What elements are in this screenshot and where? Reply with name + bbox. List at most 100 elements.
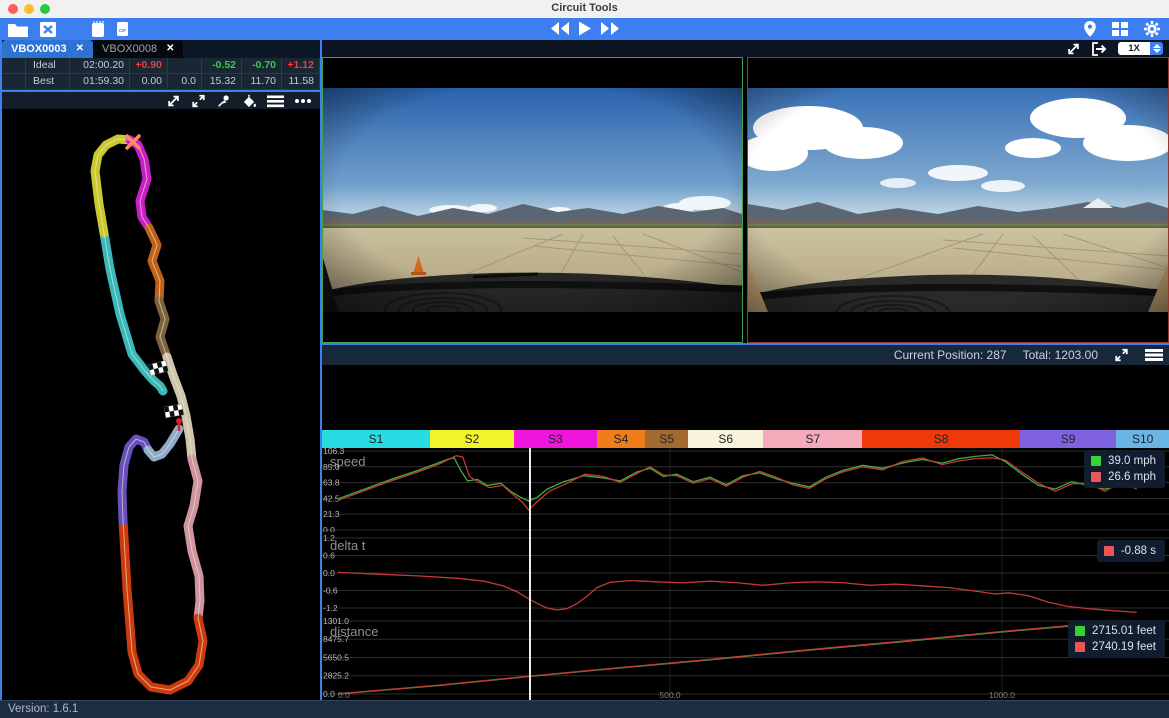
lap-value-cell: 01:59.30 [70,74,130,90]
fast-forward-button[interactable] [600,21,620,36]
sector-segment-s4[interactable]: S4 [597,430,645,448]
fullscreen-graph-icon[interactable] [1114,348,1129,362]
legend-row: 2740.19 feet [1075,639,1156,655]
svg-text:CIF: CIF [119,28,127,33]
rewind-button[interactable] [550,21,570,36]
legend-value: 2715.01 feet [1092,625,1156,637]
window-title: Circuit Tools [0,2,1169,14]
dashcam-video-frame [323,58,742,342]
sector-segment-s2[interactable]: S2 [430,430,514,448]
lap-value-cell: -0.70 [242,58,282,74]
location-pin-icon[interactable] [1083,20,1097,38]
svg-text:0.0: 0.0 [323,525,335,532]
video-panel [322,57,1169,343]
lap-table-row: Best01:59.300.000.015.3211.7011.58 [2,74,320,90]
layout-grid-icon[interactable] [1111,21,1129,37]
titlebar: Circuit Tools [0,0,1169,18]
row-label-cell: Ideal [26,58,70,74]
playback-rate-select[interactable]: 1X [1118,42,1163,55]
legend-value: 2740.19 feet [1092,641,1156,653]
legend-row: 39.0 mph [1091,453,1156,469]
legend-row: 26.6 mph [1091,469,1156,485]
tab-label: VBOX0003 [11,40,67,58]
track-map [2,109,320,700]
sector-segment-s3[interactable]: S3 [514,430,597,448]
track-sector-5 [159,301,167,357]
settings-gear-icon[interactable] [1143,20,1161,38]
row-spacer-cell [2,74,26,90]
version-label: Version: 1.6.1 [8,703,78,715]
sector-segment-s9[interactable]: S9 [1020,430,1117,448]
graph-panel[interactable]: 106.385.063.842.521.30.0speed 1.20.60.0-… [322,448,1169,700]
svg-text:63.8: 63.8 [323,478,340,488]
export-video-icon[interactable] [1091,42,1108,56]
svg-text:0.0: 0.0 [323,689,335,699]
svg-text:500.0: 500.0 [659,690,681,700]
series-lap-green [338,455,1137,501]
expand-video-icon[interactable] [1066,42,1081,56]
expand-map-icon[interactable] [166,94,181,108]
sector-segment-s5[interactable]: S5 [645,430,688,448]
tab-vbox0008[interactable]: VBOX0008 ✕ [93,40,183,58]
current-position-text: Current Position: 287 [894,348,1007,362]
menu-lines-icon[interactable] [267,94,284,108]
svg-text:0.0: 0.0 [338,690,350,700]
svg-text:2825.2: 2825.2 [323,671,349,681]
legend-swatch [1075,642,1085,652]
video-lap-green [322,57,743,343]
legend-swatch [1104,546,1114,556]
position-bar: Current Position: 287 Total: 1203.00 [322,345,1169,365]
svg-text:speed: speed [330,454,365,469]
total-text: Total: 1203.00 [1023,348,1098,362]
sector-segment-s8[interactable]: S8 [862,430,1020,448]
legend-swatch [1091,472,1101,482]
svg-text:delta t: delta t [330,538,366,553]
row-spacer-cell [2,58,26,74]
tab-vbox0003[interactable]: VBOX0003 ✕ [2,40,93,58]
lap-value-cell: +1.12 [282,58,320,74]
play-button[interactable] [578,21,592,36]
paint-bucket-icon[interactable] [241,94,257,108]
svg-text:-0.6: -0.6 [323,585,338,595]
playback-cursor[interactable] [529,448,531,700]
more-options-icon[interactable] [294,94,312,108]
video-control-strip: 1X [322,40,1169,57]
sector-segment-s1[interactable]: S1 [322,430,430,448]
legend-row: -0.88 s [1104,543,1156,559]
split-flag-1 [148,360,168,375]
tab-close-icon[interactable]: ✕ [166,40,174,58]
legend-row: 2715.01 feet [1075,623,1156,639]
playback-rate-stepper[interactable] [1150,42,1163,55]
file-tabbar: VBOX0003 ✕ VBOX0008 ✕ [2,40,320,58]
close-file-icon[interactable] [38,21,58,38]
fullscreen-map-icon[interactable] [191,94,206,108]
app-window: Circuit Tools CIF [0,0,1169,718]
svg-text:-1.2: -1.2 [323,603,338,613]
svg-text:0.0: 0.0 [323,568,335,578]
sector-bar: S1S2S3S4S5S6S7S8S9S10 [322,430,1169,448]
video-lap-red [747,57,1169,343]
left-panel: VBOX0003 ✕ VBOX0008 ✕ Ideal02:00.20+0.90… [2,40,320,700]
track-sector-3 [130,140,149,228]
distance-chart[interactable]: 1301.08475.75650.52825.20.00.0500.01000.… [322,618,1169,700]
lap-value-cell: +0.90 [130,58,168,74]
svg-text:5650.5: 5650.5 [323,652,349,662]
graph-menu-icon[interactable] [1145,348,1163,362]
sector-segment-s7[interactable]: S7 [763,430,862,448]
playback-rate-value: 1X [1118,42,1150,55]
lap-value-cell: 11.70 [242,74,282,90]
circuit-file-icon[interactable]: CIF [115,20,130,38]
sector-segment-s10[interactable]: S10 [1116,430,1169,448]
legend-swatch [1091,456,1101,466]
svg-text:42.5: 42.5 [323,493,340,503]
open-folder-icon[interactable] [7,21,29,38]
lap-table-row: Ideal02:00.20+0.90-0.52-0.70+1.12 [2,58,320,74]
lap-value-cell: -0.52 [202,58,242,74]
sector-segment-s6[interactable]: S6 [688,430,763,448]
lap-times-table: Ideal02:00.20+0.90-0.52-0.70+1.12Best01:… [2,58,320,90]
notes-file-icon[interactable] [90,20,106,38]
pushpin-icon[interactable] [216,94,231,108]
tab-close-icon[interactable]: ✕ [76,40,84,58]
delta-t-chart[interactable]: 1.20.60.0-0.6-1.2delta t [322,532,1169,618]
speed-chart[interactable]: 106.385.063.842.521.30.0speed [322,448,1169,532]
